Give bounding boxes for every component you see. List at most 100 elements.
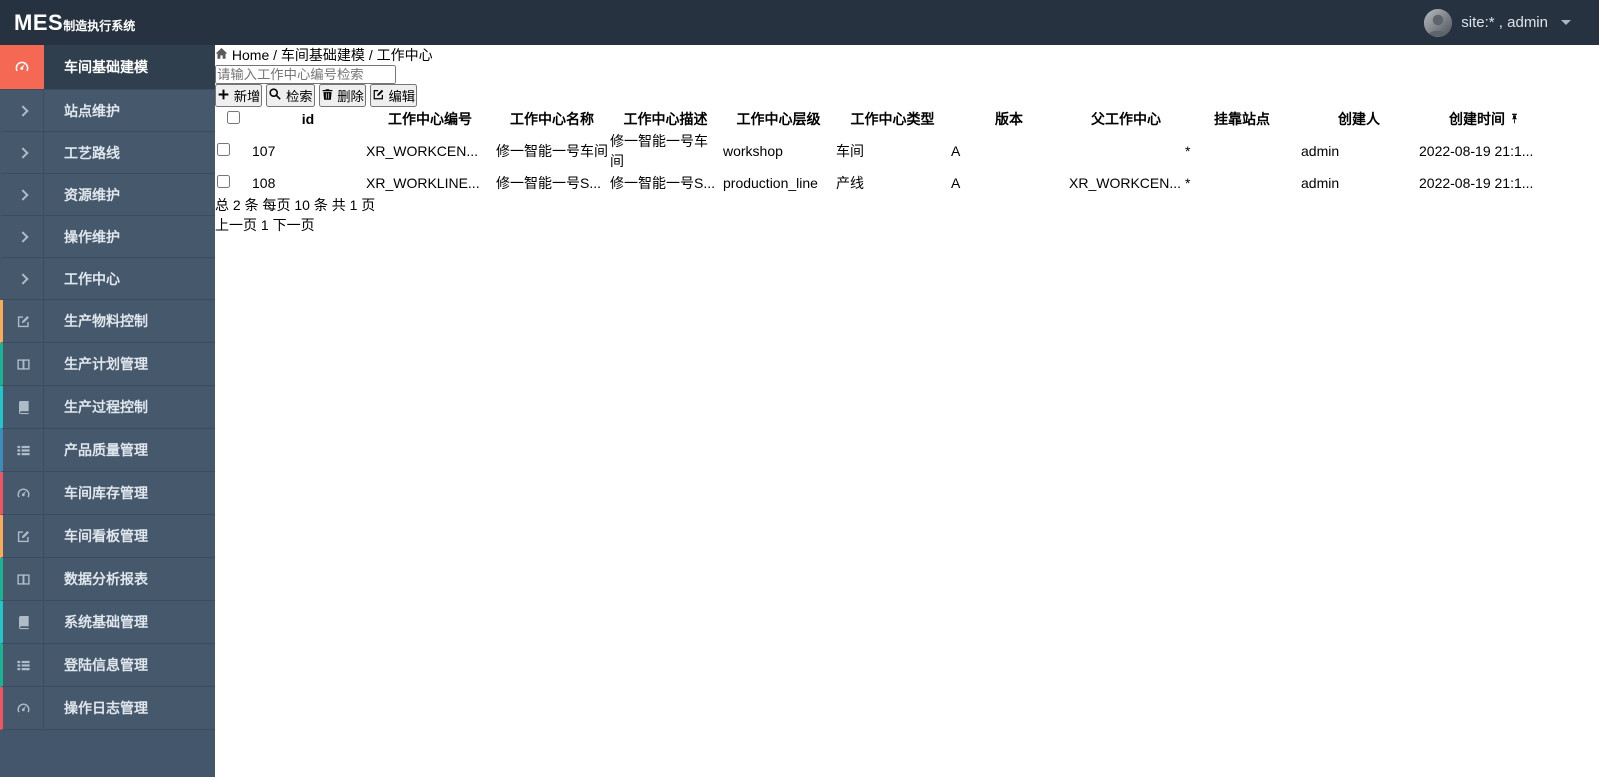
cell-station: * bbox=[1185, 143, 1191, 159]
edit-button[interactable]: 编辑 bbox=[369, 84, 418, 107]
sidebar-item-system-base-mgmt[interactable]: 系统基础管理 bbox=[0, 601, 215, 644]
cell-type: 车间 bbox=[836, 143, 864, 159]
columns-icon bbox=[3, 343, 44, 385]
search-button[interactable]: 检索 bbox=[266, 84, 315, 107]
pagination-page-count: 共 1 页 bbox=[331, 197, 376, 213]
row-checkbox[interactable] bbox=[217, 175, 230, 188]
breadcrumb-level2[interactable]: 车间基础建模 bbox=[281, 47, 365, 63]
sidebar-item-data-analysis-report[interactable]: 数据分析报表 bbox=[0, 558, 215, 601]
plus-icon bbox=[217, 89, 230, 104]
pagination: 上一页 1 下一页 bbox=[215, 215, 1599, 235]
sidebar-item-label: 工作中心 bbox=[64, 270, 120, 287]
work-center-table: id 工作中心编号 工作中心名称 工作中心描述 工作中心层级 工作中心类型 版本… bbox=[215, 107, 1552, 195]
sidebar-item-production-process-control[interactable]: 生产过程控制 bbox=[0, 386, 215, 429]
sidebar-item-operation-log-mgmt[interactable]: 操作日志管理 bbox=[0, 687, 215, 730]
pagination-total: 总 2 条 bbox=[215, 197, 259, 213]
user-menu[interactable]: site:* , admin bbox=[1424, 8, 1599, 37]
cell-version: A bbox=[951, 175, 961, 191]
cell-name: 修一智能一号车间 bbox=[496, 143, 608, 159]
chevron-down-icon bbox=[181, 300, 215, 342]
sidebar-item-label: 生产物料控制 bbox=[64, 313, 148, 329]
sidebar-item-workshop-kanban-mgmt[interactable]: 车间看板管理 bbox=[0, 515, 215, 558]
pagination-prev-button[interactable]: 上一页 bbox=[215, 217, 257, 233]
chevron-down-icon bbox=[181, 472, 215, 514]
app-logo-bold: MES bbox=[14, 9, 64, 35]
sidebar-item-workshop-base-modeling[interactable]: 车间基础建模 bbox=[0, 45, 215, 90]
cell-code: XR_WORKLINE... bbox=[366, 175, 480, 191]
toolbar: 新增 检索 删除 编辑 bbox=[215, 84, 1599, 107]
row-select-cell bbox=[217, 131, 250, 171]
select-all-checkbox[interactable] bbox=[227, 111, 240, 124]
chevron-right-icon bbox=[3, 258, 44, 299]
pin-icon[interactable] bbox=[1509, 111, 1520, 127]
sidebar-item-product-quality-mgmt[interactable]: 产品质量管理 bbox=[0, 429, 215, 472]
sidebar-item-resource-maintenance[interactable]: 资源维护 bbox=[0, 174, 215, 216]
book-icon bbox=[3, 601, 44, 643]
cell-code: XR_WORKCEN... bbox=[366, 143, 479, 159]
column-header-description: 工作中心描述 bbox=[623, 111, 708, 127]
column-header-name: 工作中心名称 bbox=[510, 111, 594, 127]
column-header-type: 工作中心类型 bbox=[850, 111, 935, 127]
column-header-id: id bbox=[301, 111, 315, 127]
sidebar-item-label: 操作日志管理 bbox=[64, 700, 148, 716]
breadcrumb: Home / 车间基础建模 / 工作中心 bbox=[215, 45, 1599, 65]
cell-description: 修一智能一号车间 bbox=[610, 133, 708, 169]
chevron-right-icon bbox=[3, 216, 44, 257]
sidebar-item-site-maintenance[interactable]: 站点维护 bbox=[0, 90, 215, 132]
sidebar-item-work-center[interactable]: 工作中心 bbox=[0, 258, 215, 300]
chevron-down-icon bbox=[181, 515, 215, 557]
breadcrumb-separator: / bbox=[273, 47, 278, 63]
sidebar-item-label: 登陆信息管理 bbox=[64, 657, 148, 673]
cell-creator: admin bbox=[1301, 175, 1340, 191]
content-area: Home / 车间基础建模 / 工作中心 新增 检索 删除 bbox=[215, 45, 1599, 777]
chevron-down-icon bbox=[181, 386, 215, 428]
sidebar-item-label: 生产计划管理 bbox=[64, 356, 148, 372]
cell-description: 修一智能一号S... bbox=[610, 175, 716, 191]
column-header-creator: 创建人 bbox=[1338, 111, 1380, 127]
gauge-icon bbox=[0, 45, 44, 89]
cell-create-time: 2022-08-19 21:1... bbox=[1419, 175, 1534, 191]
search-icon bbox=[268, 88, 282, 104]
sidebar-item-operation-maintenance[interactable]: 操作维护 bbox=[0, 216, 215, 258]
work-center-search-input[interactable] bbox=[215, 65, 396, 84]
column-header-parent: 父工作中心 bbox=[1091, 111, 1161, 127]
cell-level: workshop bbox=[723, 143, 783, 159]
delete-button[interactable]: 删除 bbox=[318, 84, 366, 107]
pagination-next-button[interactable]: 下一页 bbox=[273, 217, 315, 233]
user-avatar bbox=[1424, 8, 1453, 37]
sidebar-item-process-route[interactable]: 工艺路线 bbox=[0, 132, 215, 174]
column-header-level: 工作中心层级 bbox=[736, 111, 821, 127]
cell-station: * bbox=[1185, 175, 1191, 191]
breadcrumb-home[interactable]: Home bbox=[215, 47, 273, 63]
sidebar-item-label: 工艺路线 bbox=[64, 144, 120, 161]
chevron-down-icon bbox=[181, 644, 215, 686]
sidebar-item-production-plan-mgmt[interactable]: 生产计划管理 bbox=[0, 343, 215, 386]
chevron-down-icon bbox=[181, 429, 215, 471]
table-row: 107 XR_WORKCEN... 修一智能一号车间 修一智能一号车间 work… bbox=[217, 131, 1550, 171]
sidebar-item-workshop-inventory-mgmt[interactable]: 车间库存管理 bbox=[0, 472, 215, 515]
pagination-page-1-button[interactable]: 1 bbox=[261, 217, 269, 233]
sidebar-item-label: 产品质量管理 bbox=[64, 442, 148, 458]
th-list-icon bbox=[3, 429, 44, 471]
user-label: site:* , admin bbox=[1461, 14, 1548, 31]
chevron-right-icon bbox=[3, 174, 44, 215]
th-list-icon bbox=[3, 644, 44, 686]
app-logo-rest: 制造执行系统 bbox=[63, 18, 136, 33]
top-navbar: MES 制造执行系统 site:* , admin bbox=[0, 0, 1599, 45]
add-button[interactable]: 新增 bbox=[215, 84, 263, 107]
sidebar-item-label: 车间库存管理 bbox=[64, 485, 148, 501]
gauge-icon bbox=[3, 687, 44, 729]
select-all-header-cell bbox=[217, 109, 250, 129]
sidebar-item-production-material-control[interactable]: 生产物料控制 bbox=[0, 300, 215, 343]
cell-id: 108 bbox=[252, 175, 276, 191]
table-row: 108 XR_WORKLINE... 修一智能一号S... 修一智能一号S...… bbox=[217, 173, 1550, 193]
sidebar-item-login-info-mgmt[interactable]: 登陆信息管理 bbox=[0, 644, 215, 687]
columns-icon bbox=[3, 558, 44, 600]
column-header-version: 版本 bbox=[995, 111, 1023, 127]
gauge-icon bbox=[3, 472, 44, 514]
table-header-row: id 工作中心编号 工作中心名称 工作中心描述 工作中心层级 工作中心类型 版本… bbox=[217, 109, 1550, 129]
row-checkbox[interactable] bbox=[217, 143, 230, 156]
row-select-cell bbox=[217, 173, 250, 193]
sidebar-item-label: 系统基础管理 bbox=[64, 614, 148, 630]
sidebar-item-label: 车间看板管理 bbox=[64, 528, 148, 544]
